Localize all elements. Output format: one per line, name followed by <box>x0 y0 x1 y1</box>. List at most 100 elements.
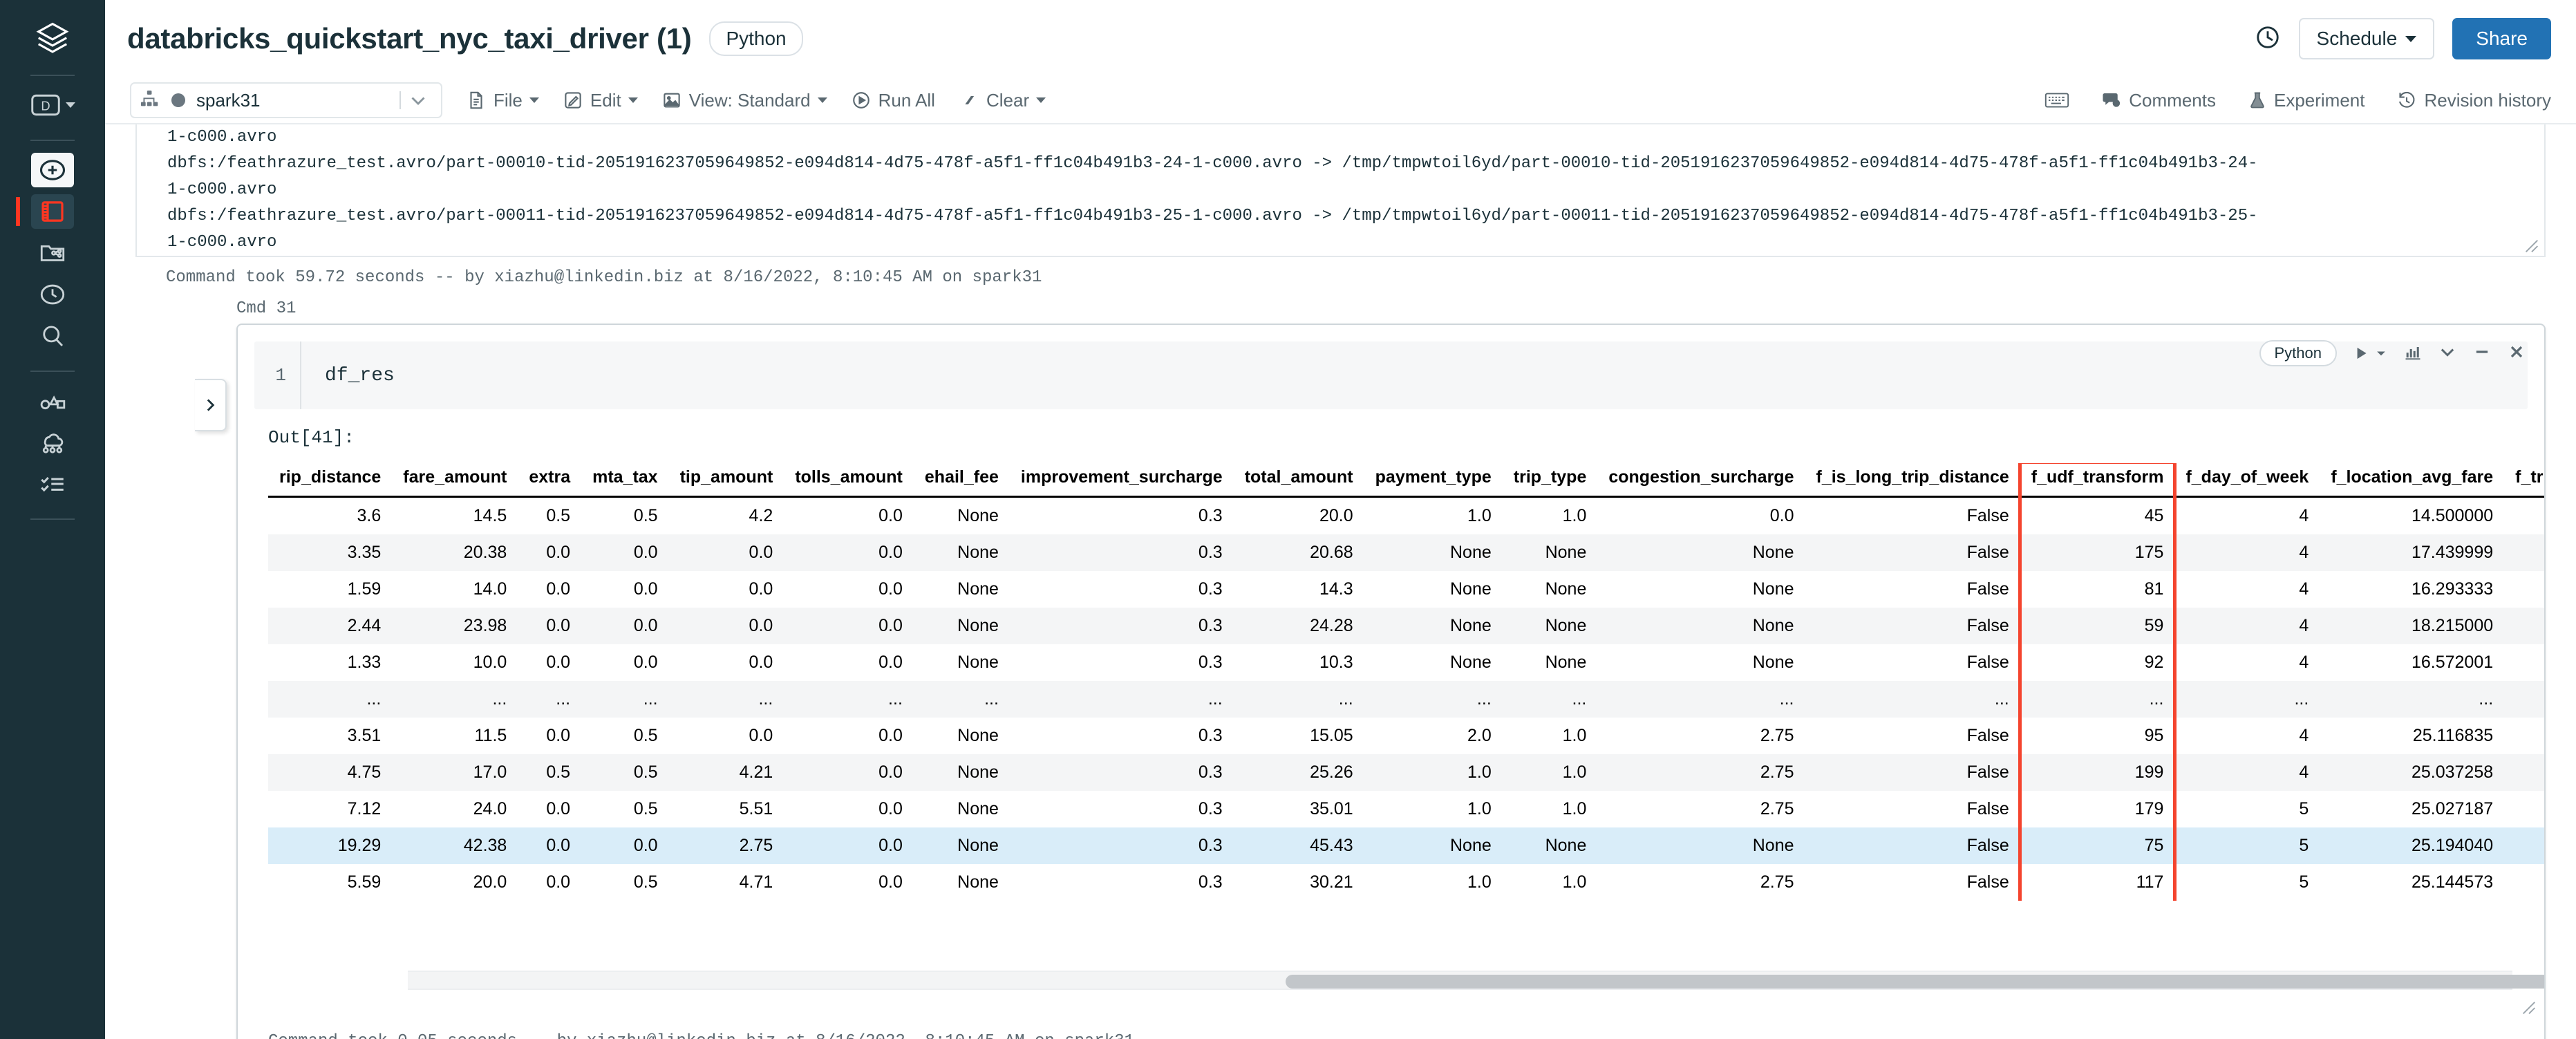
table-cell-rip_distance: 3.6 <box>357 506 382 525</box>
table-cell-f_udf_transform: 175 <box>2134 543 2164 562</box>
table-cell-f_trip_distance_rounded: 36 <box>2504 497 2544 535</box>
table-row[interactable]: 19.29 42.38 0.0 0.0 2.75 0.0 None 0.3 45.43 None N… <box>268 827 2544 864</box>
clear-menu[interactable]: Clear <box>959 90 1046 111</box>
column-header-rip_distance[interactable]: rip_distance <box>268 463 393 498</box>
column-header-total_amount[interactable]: total_amount <box>1233 463 1364 498</box>
sidebar-item-new[interactable] <box>31 153 74 187</box>
column-header-mta_tax[interactable]: mta_tax <box>581 463 669 498</box>
experiment-label: Experiment <box>2273 89 2365 111</box>
notebook-body[interactable]: 1-c000.avro dbfs:/feathrazure_test.avro/… <box>105 124 2576 1039</box>
play-icon <box>2357 347 2367 359</box>
table-row[interactable]: 5.59 20.0 0.0 0.5 4.71 0.0 None 0.3 30.21 1.0 1.0 2… <box>268 864 2544 901</box>
table-cell-f_trip_distance_rounded: ... <box>2504 681 2544 718</box>
cluster-dropdown-toggle[interactable] <box>399 88 434 112</box>
cell-collapse-button[interactable] <box>2438 342 2457 365</box>
cell-code-editor[interactable]: 1 df_res <box>254 341 2528 409</box>
table-row[interactable]: 1.33 10.0 0.0 0.0 0.0 0.0 None 0.3 10.3 None None N… <box>268 644 2544 681</box>
sidebar-item-search[interactable] <box>31 319 74 353</box>
output-line: dbfs:/feathrazure_test.avro/part-00011-t… <box>167 207 2258 225</box>
table-row[interactable]: ........................................… <box>268 681 2544 718</box>
cluster-tree-icon <box>138 88 160 113</box>
table-cell-rip_distance: 4.75 <box>347 762 382 782</box>
column-header-f_is_long_trip_distance[interactable]: f_is_long_trip_distance <box>1805 463 2020 498</box>
table-cell-tolls_amount: 0.0 <box>878 616 903 635</box>
column-header-extra[interactable]: extra <box>518 463 582 498</box>
comments-button[interactable]: Comments <box>2101 90 2216 111</box>
expand-sidebar-toggle[interactable] <box>195 379 227 431</box>
column-header-ehail_fee[interactable]: ehail_fee <box>913 463 1010 498</box>
column-header-f_location_avg_fare[interactable]: f_location_avg_fare <box>2320 463 2505 498</box>
table-cell-rip_distance: 19.29 <box>337 836 382 855</box>
column-header-f_trip_distance_rounded[interactable]: f_trip_distance_rounded <box>2504 463 2544 498</box>
table-row[interactable]: 3.51 11.5 0.0 0.5 0.0 0.0 None 0.3 15.05 2.0 1.0 2.… <box>268 718 2544 754</box>
table-cell-congestion_surcharge: 2.75 <box>1760 762 1794 782</box>
cluster-selector[interactable]: spark31 <box>130 82 442 118</box>
table-row[interactable]: 3.35 20.38 0.0 0.0 0.0 0.0 None 0.3 20.68 None Non… <box>268 534 2544 571</box>
notebook-language-badge[interactable]: Python <box>709 21 803 56</box>
keyboard-shortcuts-button[interactable] <box>2044 90 2069 111</box>
table-cell-tip_amount: 4.21 <box>739 762 773 782</box>
table-cell-mta_tax: 0.5 <box>633 506 658 525</box>
share-button[interactable]: Share <box>2452 18 2551 59</box>
chevron-down-icon <box>2441 348 2454 357</box>
column-header-tolls_amount[interactable]: tolls_amount <box>784 463 914 498</box>
sidebar-item-workspace[interactable] <box>16 194 74 229</box>
chevron-down-icon <box>65 102 75 108</box>
sidebar-item-data[interactable] <box>31 384 74 418</box>
scrollbar-thumb[interactable] <box>1286 975 2544 989</box>
table-row[interactable]: 2.44 23.98 0.0 0.0 0.0 0.0 None 0.3 24.28 None Non… <box>268 608 2544 644</box>
table-horizontal-scrollbar[interactable] <box>408 971 2544 990</box>
schedule-button[interactable]: Schedule <box>2298 18 2435 59</box>
sidebar-item-recents[interactable] <box>31 277 74 312</box>
cell-close-button[interactable] <box>2507 342 2526 365</box>
column-header-fare_amount[interactable]: fare_amount <box>392 463 518 498</box>
cell-chart-button[interactable] <box>2403 342 2423 365</box>
table-cell-f_trip_distance_rounded: 13 <box>2504 644 2544 681</box>
caret-down-icon <box>2377 351 2385 356</box>
table-cell-f_day_of_week: 4 <box>2299 543 2309 562</box>
table-cell-trip_type: None <box>1545 836 1587 855</box>
edit-menu[interactable]: Edit <box>563 90 638 111</box>
table-cell-extra: 0.5 <box>546 506 571 525</box>
column-header-congestion_surcharge[interactable]: congestion_surcharge <box>1597 463 1805 498</box>
cell-resize-grip-icon[interactable] <box>2522 1001 2536 1015</box>
table-cell-f_trip_distance_rounded: 71 <box>2504 791 2544 827</box>
dataframe-result-table[interactable]: rip_distance fare_amount extra mta_tax tip_a… <box>238 463 2544 901</box>
table-row[interactable]: 7.12 24.0 0.0 0.5 5.51 0.0 None 0.3 35.01 1.0 1.0 2… <box>268 791 2544 827</box>
table-row[interactable]: 4.75 17.0 0.5 0.5 4.21 0.0 None 0.3 25.26 1.0 1.0 2… <box>268 754 2544 791</box>
view-menu[interactable]: View: Standard <box>661 90 827 111</box>
table-row[interactable]: 1.59 14.0 0.0 0.0 0.0 0.0 None 0.3 14.3 None None N… <box>268 571 2544 608</box>
sidebar-item-compute[interactable] <box>31 425 74 460</box>
column-header-tip_amount[interactable]: tip_amount <box>668 463 784 498</box>
column-header-f_day_of_week[interactable]: f_day_of_week <box>2174 463 2320 498</box>
divider <box>399 91 401 109</box>
experiment-button[interactable]: Experiment <box>2248 90 2365 111</box>
databricks-logo-icon[interactable] <box>31 18 74 61</box>
table-cell-mta_tax: ... <box>643 689 658 709</box>
table-cell-f_is_long_trip_distance: False <box>1966 506 2009 525</box>
output-line: 1-c000.avro <box>167 180 277 199</box>
sidebar-item-workflows[interactable] <box>31 467 74 501</box>
table-cell-payment_type: None <box>1450 543 1492 562</box>
revision-history-button[interactable]: Revision history <box>2396 90 2551 111</box>
table-cell-f_trip_distance_rounded: 47 <box>2504 754 2544 791</box>
table-cell-f_is_long_trip_distance: False <box>1966 836 2009 855</box>
column-header-payment_type[interactable]: payment_type <box>1364 463 1503 498</box>
cell-minimize-button[interactable] <box>2472 342 2492 365</box>
resize-grip-icon[interactable] <box>2525 239 2539 253</box>
run-all-button[interactable]: Run All <box>851 90 935 111</box>
notebook-cell[interactable]: 1 df_res Python Out[41]: rip_distance fa… <box>236 324 2546 1039</box>
cell-language-badge[interactable]: Python <box>2259 340 2337 366</box>
table-row[interactable]: 3.6 14.5 0.5 0.5 4.2 0.0 None 0.3 20.0 1.0 1.0 0.0 F… <box>268 497 2544 535</box>
column-header-improvement_surcharge[interactable]: improvement_surcharge <box>1009 463 1234 498</box>
table-cell-f_day_of_week: 4 <box>2299 579 2309 599</box>
clock-history-icon[interactable] <box>2255 24 2281 54</box>
file-menu[interactable]: File <box>466 90 539 111</box>
table-cell-extra: 0.0 <box>546 799 571 818</box>
workspace-switcher[interactable]: D <box>23 88 82 122</box>
column-header-trip_type[interactable]: trip_type <box>1502 463 1598 498</box>
cell-run-button[interactable] <box>2352 344 2388 362</box>
sidebar-item-repos[interactable] <box>31 236 74 270</box>
column-header-f_udf_transform[interactable]: f_udf_transform <box>2020 463 2175 498</box>
table-cell-tip_amount: 0.0 <box>749 579 773 599</box>
